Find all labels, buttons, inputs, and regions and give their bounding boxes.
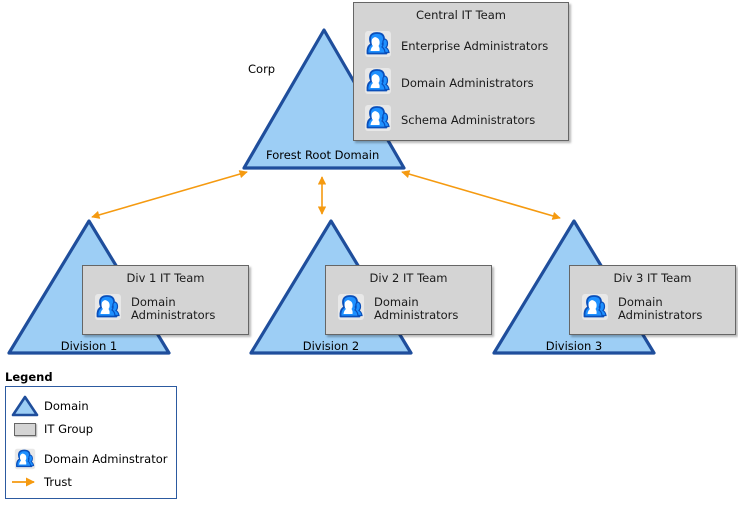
legend-item-it-group: IT Group [10, 422, 93, 436]
legend-label-it-group: IT Group [44, 422, 94, 436]
legend-title: Legend [5, 370, 53, 384]
domain-triangle-icon [10, 394, 40, 418]
it-group-title-division-2: Div 2 IT Team [369, 271, 448, 285]
legend-item-domain: Domain [10, 394, 89, 418]
it-group-member-label: Schema Administrators [401, 112, 536, 127]
domain-administrator-icon [364, 30, 392, 62]
it-group-box-division-3[interactable]: Div 3 IT Team Domain Administrators [569, 265, 736, 335]
domain-administrator-icon [337, 293, 365, 325]
it-group-title-division-3: Div 3 IT Team [613, 271, 692, 285]
it-group-member-row[interactable]: Domain Administrators [337, 293, 491, 325]
legend-label-domain-administrator: Domain Adminstrator [44, 452, 168, 466]
domain-administrator-icon [581, 293, 609, 325]
it-group-box-icon [10, 422, 40, 436]
it-group-title-division-1: Div 1 IT Team [126, 271, 205, 285]
it-group-box-division-2[interactable]: Div 2 IT Team Domain Administrators [325, 265, 492, 335]
it-group-member-label: Domain Administrators [374, 295, 459, 322]
legend-item-trust: Trust [10, 475, 72, 489]
domain-administrator-icon [94, 293, 122, 325]
it-group-member-row[interactable]: Domain Administrators [581, 293, 735, 325]
it-group-member-row[interactable]: Domain Administrators [94, 293, 248, 325]
it-group-member-label: Domain Administrators [131, 295, 216, 322]
it-group-member-row[interactable]: Enterprise Administrators [364, 30, 568, 62]
ad-forest-diagram: Corp Forest Root Domain Division 1 Divis… [0, 0, 738, 505]
domain-label-division-3: Division 3 [545, 339, 603, 353]
domain-label-division-2: Division 2 [302, 339, 360, 353]
trust-arrow-icon [10, 475, 40, 489]
domain-label-division-1: Division 1 [60, 339, 118, 353]
legend-item-domain-administrator: Domain Adminstrator [10, 448, 167, 470]
domain-label-forest-root: Forest Root Domain [266, 148, 380, 162]
legend-label-trust: Trust [44, 475, 72, 489]
domain-administrator-icon [364, 67, 392, 99]
it-group-title-central: Central IT Team [416, 8, 506, 22]
it-group-box-central[interactable]: Central IT Team Enterprise Administrator… [353, 2, 569, 141]
legend-label-domain: Domain [44, 399, 89, 413]
it-group-member-row[interactable]: Schema Administrators [364, 104, 568, 136]
trust-arrow-root-division-3 [401, 170, 561, 220]
trust-arrow-root-division-1 [91, 170, 248, 219]
domain-administrator-icon [364, 104, 392, 136]
it-group-member-label: Enterprise Administrators [401, 38, 549, 53]
it-group-member-label: Domain Administrators [618, 295, 703, 322]
it-group-member-row[interactable]: Domain Administrators [364, 67, 568, 99]
it-group-box-division-1[interactable]: Div 1 IT Team Domain Administrators [82, 265, 249, 335]
it-group-member-label: Domain Administrators [401, 75, 534, 90]
domain-administrator-icon [10, 448, 40, 470]
